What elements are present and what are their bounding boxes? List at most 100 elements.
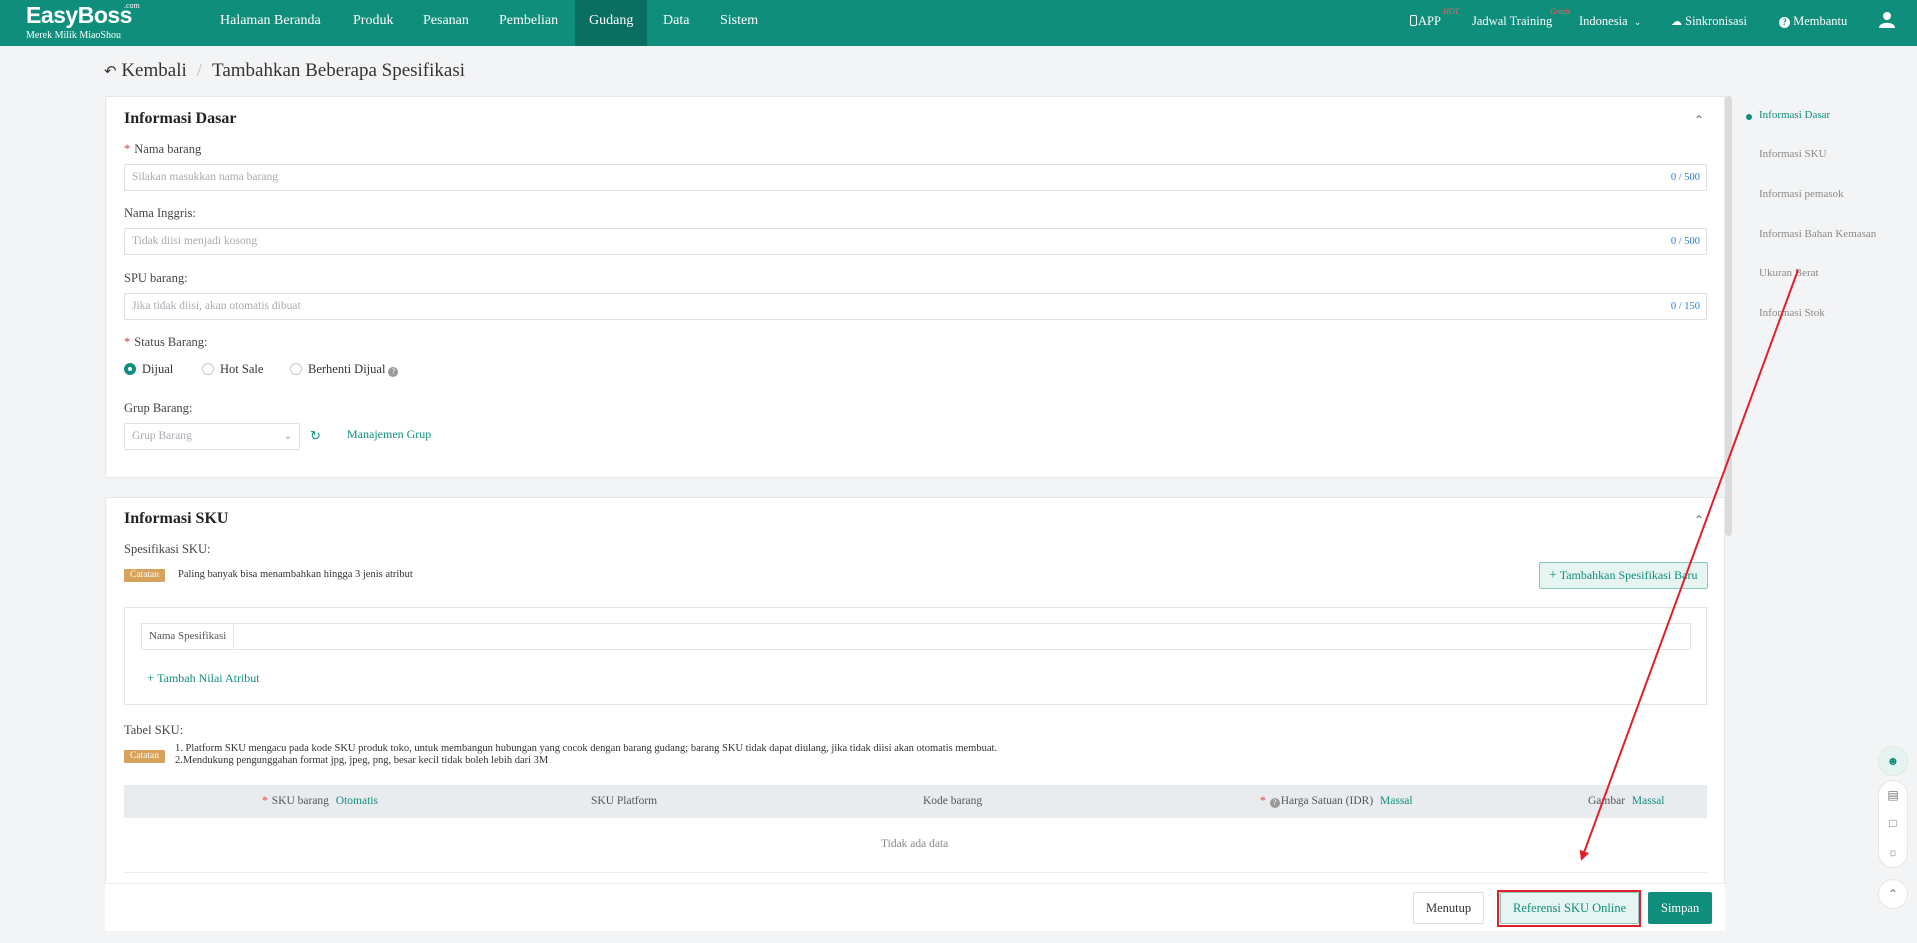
required-mark: * (1260, 795, 1266, 807)
back-to-top-icon[interactable]: ⌃ (1878, 879, 1908, 909)
sku-spec-label: Spesifikasi SKU: (124, 542, 211, 556)
anchor-supplier-info[interactable]: Informasi pemasok (1759, 188, 1844, 200)
note-tag: Catatan (124, 569, 166, 582)
help-label: Membantu (1793, 14, 1848, 28)
nav-home[interactable]: Halaman Beranda (206, 0, 335, 46)
bulk-image-link[interactable]: Massal (1632, 795, 1665, 807)
back-label: Kembali (121, 60, 187, 81)
spu-counter: 0 / 150 (1670, 301, 1700, 312)
sku-info-section: Informasi SKU ⌃ Spesifikasi SKU: Catatan… (105, 497, 1725, 883)
question-icon[interactable]: ? (388, 367, 399, 377)
item-name-label: * Nama barang (124, 142, 201, 157)
support-icon[interactable]: ☼ (1878, 838, 1908, 868)
cloud-icon: ☁ (1671, 16, 1682, 28)
radio-unchecked-icon (202, 363, 214, 375)
column-sku-barang-label: SKU barang (271, 795, 329, 807)
group-management-link[interactable]: Manajemen Grup (347, 427, 431, 442)
refresh-icon[interactable]: ↻ (310, 428, 321, 444)
help-icon: ? (1779, 17, 1790, 28)
spu-label: SPU barang: (124, 271, 188, 285)
easyboss-logo[interactable]: EasyBoss .com Merek Milik MiaoShou (26, 1, 140, 42)
note-icon[interactable]: ▤ (1878, 780, 1908, 810)
collapse-up-icon[interactable]: ⌃ (1692, 513, 1706, 527)
column-sku-platform: SKU Platform (591, 795, 658, 807)
chat-icon[interactable]: □ (1878, 809, 1908, 839)
status-radio-hot-sale[interactable]: Hot Sale (202, 362, 263, 377)
highlight-box-annotation (1497, 890, 1641, 927)
english-name-placeholder: Tidak diisi menjadi kosong (132, 235, 258, 247)
english-name-input[interactable]: Tidak diisi menjadi kosong 0 / 500 (124, 228, 1707, 255)
save-button[interactable]: Simpan (1648, 892, 1713, 924)
group-label: Grup Barang: (124, 401, 193, 415)
plus-icon: + (147, 670, 155, 685)
nav-products[interactable]: Produk (339, 0, 407, 46)
logo-com: .com (124, 1, 140, 10)
column-sku-barang: * SKU barang Otomatis (262, 785, 378, 818)
nav-orders[interactable]: Pesanan (409, 0, 483, 46)
app-label: APP (1418, 14, 1441, 28)
anchor-packaging-info[interactable]: Informasi Bahan Kemasan (1759, 228, 1876, 240)
nav-system[interactable]: Sistem (706, 0, 772, 46)
status-radio-dijual[interactable]: Dijual (124, 362, 173, 377)
nav-warehouse[interactable]: Gudang (575, 0, 648, 46)
help-link[interactable]: ? Membantu (1779, 0, 1847, 46)
required-mark: * (124, 335, 131, 349)
back-arrow-icon: ↶ (104, 64, 117, 80)
question-icon[interactable]: ? (1269, 798, 1280, 808)
item-name-placeholder: Silakan masukkan nama barang (132, 171, 278, 183)
add-spec-button[interactable]: + Tambahkan Spesifikasi Baru (1539, 562, 1708, 589)
assistant-avatar-icon[interactable]: ☻ (1878, 746, 1908, 776)
add-attribute-value-link[interactable]: + Tambah Nilai Atribut (147, 670, 260, 686)
collapse-up-icon[interactable]: ⌃ (1692, 113, 1706, 127)
back-link[interactable]: ↶ Kembali (104, 60, 187, 81)
required-mark: * (124, 142, 131, 156)
column-unit-price-label: Harga Satuan (IDR) (1280, 795, 1374, 807)
user-avatar-icon[interactable] (1878, 0, 1896, 46)
group-select[interactable]: Grup Barang ⌄ (124, 423, 300, 450)
chevron-down-icon: ⌄ (1633, 17, 1642, 27)
spu-input[interactable]: Jika tidak diisi, akan otomatis dibuat 0… (124, 293, 1707, 320)
sync-link[interactable]: ☁ Sinkronisasi (1671, 0, 1747, 46)
nav-purchase[interactable]: Pembelian (485, 0, 572, 46)
empty-table-text: Tidak ada data (881, 838, 949, 850)
column-image-label: Gambar (1588, 795, 1626, 807)
status-radio-stop[interactable]: Berhenti Dijual? (290, 362, 399, 377)
bulk-price-link[interactable]: Massal (1380, 795, 1413, 807)
training-link[interactable]: Jadwal Training (1472, 0, 1552, 46)
table-note-1: 1. Platform SKU mengacu pada kode SKU pr… (175, 743, 998, 754)
spec-note: Paling banyak bisa menambahkan hingga 3 … (178, 569, 413, 580)
required-mark: * (262, 795, 268, 807)
free-badge: Gratis (1550, 7, 1571, 16)
item-name-input[interactable]: Silakan masukkan nama barang 0 / 500 (124, 164, 1707, 191)
nav-data[interactable]: Data (649, 0, 703, 46)
radio-unchecked-icon (290, 363, 302, 375)
auto-generate-link[interactable]: Otomatis (336, 795, 378, 807)
plus-icon: + (1549, 568, 1557, 583)
anchor-basic-info[interactable]: Informasi Dasar (1759, 109, 1830, 121)
close-button[interactable]: Menutup (1413, 892, 1485, 924)
language-select[interactable]: Indonesia ⌄ (1579, 0, 1641, 46)
footer-action-bar: Menutup Referensi SKU Online Simpan (105, 883, 1725, 931)
note-tag: Catatan (124, 750, 166, 763)
logo-text: EasyBoss (26, 2, 132, 28)
status-option-label: Dijual (142, 362, 174, 376)
sku-info-title: Informasi SKU (124, 510, 229, 527)
anchor-size-weight[interactable]: Ukuran Berat (1759, 267, 1819, 279)
english-name-counter: 0 / 500 (1670, 236, 1700, 247)
column-unit-price: *? Harga Satuan (IDR) Massal (1260, 785, 1413, 818)
table-divider (124, 872, 1707, 873)
spec-name-input[interactable]: Nama Spesifikasi (141, 623, 1691, 650)
status-option-label: Hot Sale (220, 362, 264, 376)
sku-table-header: * SKU barang Otomatis SKU Platform Kode b… (124, 785, 1707, 818)
status-option-label: Berhenti Dijual (308, 362, 386, 376)
app-link[interactable]: APP (1410, 0, 1441, 46)
breadcrumb: ↶ Kembali / Tambahkan Beberapa Spesifikasi (104, 60, 465, 82)
status-label: * Status Barang: (124, 335, 208, 350)
group-placeholder: Grup Barang (132, 430, 192, 442)
english-name-label: Nama Inggris: (124, 206, 196, 220)
anchor-stock-info[interactable]: Informasi Stok (1759, 307, 1825, 319)
content-scrollbar[interactable] (1725, 96, 1732, 536)
hot-badge: HOT (1443, 7, 1460, 16)
spec-name-label: Nama Spesifikasi (142, 624, 235, 649)
anchor-sku-info[interactable]: Informasi SKU (1759, 148, 1827, 160)
